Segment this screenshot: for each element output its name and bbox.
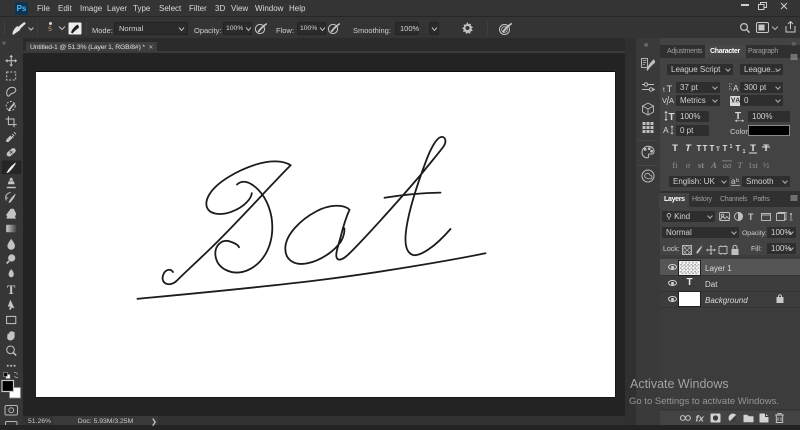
svg-text:T: T <box>736 144 741 153</box>
svg-text:1: 1 <box>730 144 733 150</box>
svg-text:T: T <box>685 143 692 154</box>
svg-text:σ: σ <box>686 160 691 170</box>
svg-text:T: T <box>667 84 673 93</box>
svg-text:T: T <box>669 112 675 122</box>
svg-text:T: T <box>7 283 16 297</box>
svg-text:A: A <box>733 83 739 93</box>
svg-text:fx: fx <box>696 414 705 425</box>
svg-text:T: T <box>672 143 678 154</box>
svg-text:T: T <box>703 144 708 153</box>
svg-text:T: T <box>697 144 702 153</box>
svg-text:b: b <box>736 178 739 184</box>
svg-text:1st: 1st <box>748 160 759 170</box>
svg-text:»: » <box>2 40 6 47</box>
svg-text:A: A <box>669 96 674 105</box>
svg-text:st: st <box>698 160 704 170</box>
svg-text:A: A <box>663 125 669 135</box>
svg-text:1: 1 <box>743 149 746 155</box>
svg-text:aa: aa <box>723 160 732 170</box>
svg-text:T: T <box>748 212 754 222</box>
svg-text:T: T <box>738 160 744 170</box>
svg-text:½: ½ <box>763 160 770 170</box>
svg-text:T: T <box>763 143 769 154</box>
svg-text:T: T <box>750 143 756 154</box>
svg-text:T: T <box>716 147 720 153</box>
svg-text:T: T <box>710 144 715 153</box>
svg-text:«: « <box>644 40 649 49</box>
svg-text:A: A <box>710 160 717 170</box>
svg-text:V: V <box>662 96 667 105</box>
svg-text:fi: fi <box>672 160 678 170</box>
svg-text:T: T <box>723 144 728 153</box>
svg-text:t: t <box>663 87 665 94</box>
